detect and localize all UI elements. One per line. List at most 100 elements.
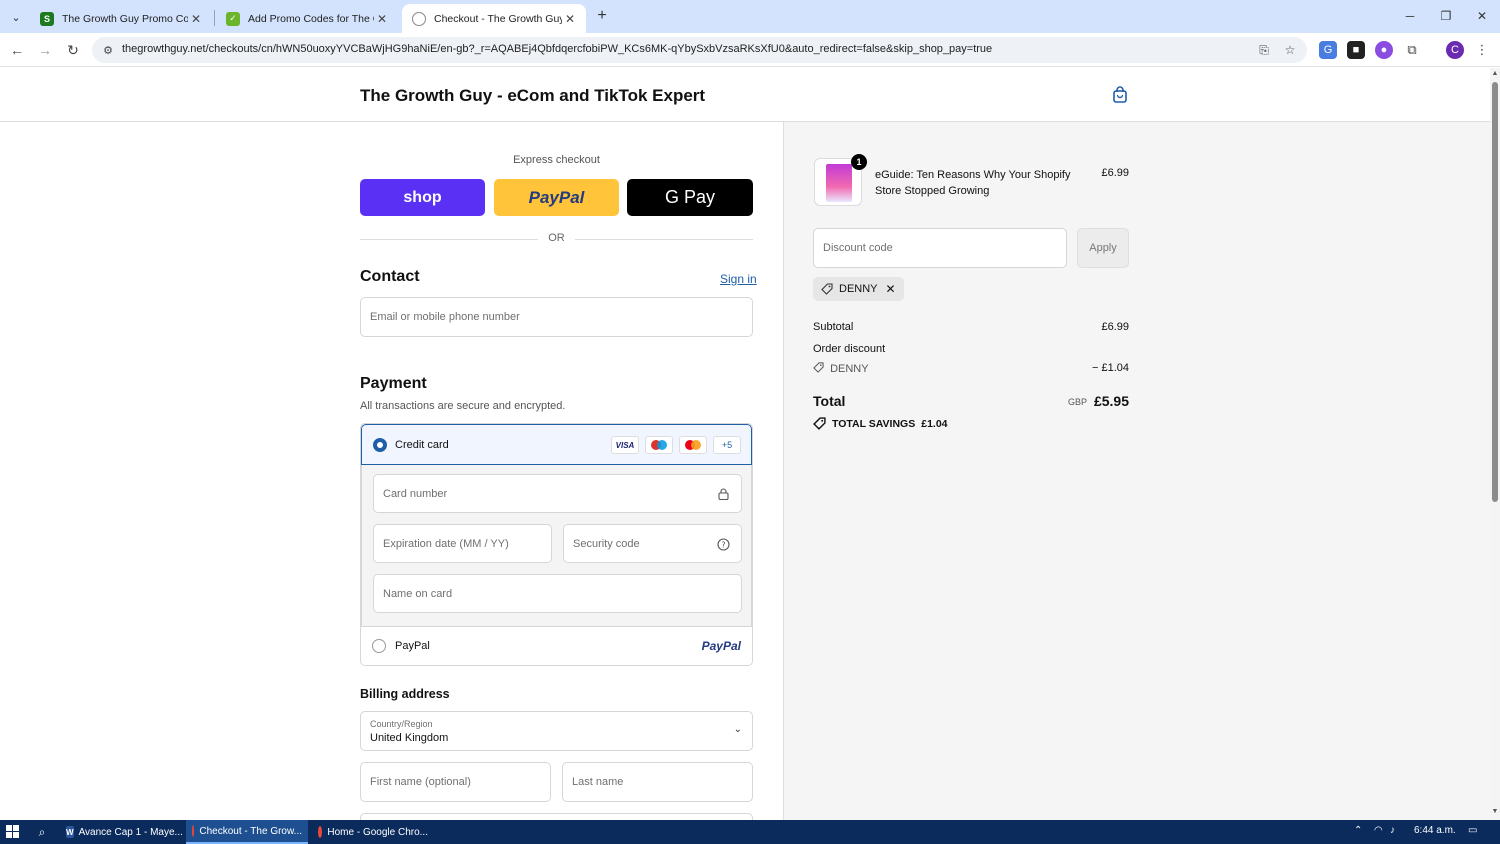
remove-discount-icon[interactable]: ✕ [886,282,896,296]
total-savings-row: TOTAL SAVINGS £1.04 [813,417,948,430]
reload-button[interactable]: ↻ [63,40,83,60]
first-name-placeholder: First name (optional) [370,776,471,788]
clock-time[interactable]: 6:44 a.m. [1414,825,1456,836]
taskbar-search-icon[interactable]: ⌕ [34,824,50,840]
notifications-icon[interactable]: ▭ [1468,825,1477,836]
shopping-bag-icon[interactable] [1111,86,1129,104]
taskbar-app-chrome-home[interactable]: Home - Google Chro... [312,820,434,844]
savings-tag-icon [813,417,826,430]
paypal-radio[interactable] [372,639,386,653]
contact-heading: Contact [360,268,420,285]
discount-placeholder: Discount code [823,242,893,254]
minimize-button[interactable]: ─ [1398,6,1422,26]
total-label: Total [813,393,846,409]
tab-close-icon[interactable]: ✕ [188,12,204,26]
divider-line [360,239,538,240]
browser-tab[interactable]: ✓ Add Promo Codes for The Grow ✕ [216,4,398,33]
extensions-puzzle-icon[interactable]: ⧉ [1403,41,1421,59]
payment-subtitle: All transactions are secure and encrypte… [360,400,566,412]
tag-icon [821,283,833,295]
maestro-icon [645,436,673,454]
checkout-page: The Growth Guy - eCom and TikTok Expert … [0,68,1490,820]
scroll-down-icon[interactable]: ▼ [1491,808,1499,815]
restore-button[interactable]: ❐ [1434,6,1458,26]
lock-icon [715,486,731,502]
wifi-icon[interactable]: ◠ [1374,825,1383,836]
product-image [826,164,852,202]
name-on-card-placeholder: Name on card [383,588,453,600]
security-code-field[interactable]: Security code ? [563,524,742,563]
address-field[interactable] [360,813,753,820]
first-name-field[interactable]: First name (optional) [360,762,551,802]
store-title[interactable]: The Growth Guy - eCom and TikTok Expert [360,86,705,106]
profile-avatar[interactable]: C [1446,41,1464,59]
apply-discount-button[interactable]: Apply [1077,228,1129,268]
order-discount-label: Order discount [813,343,886,355]
extension-game-icon[interactable]: ■ [1347,41,1365,59]
paypal-option[interactable]: PayPal PayPal [361,626,752,665]
tab-search-icon[interactable]: ⌄ [6,7,26,27]
discount-code-row: DENNY − £1.04 [813,362,1129,375]
translate-icon[interactable]: ⎘ [1256,42,1272,58]
taskbar-app-word[interactable]: W Avance Cap 1 - Maye... [60,820,183,844]
card-number-placeholder: Card number [383,488,448,500]
tab-separator [214,10,215,26]
payment-heading: Payment [360,375,427,392]
forward-button[interactable]: → [35,40,55,60]
sign-in-link[interactable]: Sign in [720,272,757,286]
help-circle-icon[interactable]: ? [715,536,731,552]
extension-circle-icon[interactable]: ● [1375,41,1393,59]
savings-label: TOTAL SAVINGS [832,417,916,430]
site-settings-icon[interactable]: ⚙ [100,42,116,58]
tab-close-icon[interactable]: ✕ [374,12,390,26]
tab-close-icon[interactable]: ✕ [562,12,578,26]
card-number-field[interactable]: Card number [373,474,742,513]
savings-value: £1.04 [921,417,948,430]
subtotal-label: Subtotal [813,321,854,333]
last-name-field[interactable]: Last name [562,762,753,802]
new-tab-button[interactable]: + [592,6,612,26]
total-value: £5.95 [1093,393,1129,409]
taskbar-app-chrome-checkout[interactable]: Checkout - The Grow... [186,820,308,844]
paypal-logo-text: PayPal [528,187,585,207]
back-button[interactable]: ← [7,40,27,60]
divider-line [575,239,753,240]
credit-card-label: Credit card [395,439,449,451]
taskbar-app-label: Home - Google Chro... [327,826,428,838]
more-cards-badge[interactable]: +5 [713,436,741,454]
name-on-card-field[interactable]: Name on card [373,574,742,613]
paypal-express-button[interactable]: PayPal [494,179,619,216]
tab-title: Add Promo Codes for The Grow [248,12,374,25]
shop-pay-button[interactable]: shop [360,179,485,216]
applied-discount-chip: DENNY ✕ [813,277,904,301]
taskbar-app-label: Checkout - The Grow... [199,825,302,837]
browser-tab-active[interactable]: Checkout - The Growth Guy - e ✕ [402,4,586,33]
chrome-icon [192,825,195,837]
browser-menu-icon[interactable]: ⋮ [1473,41,1491,59]
credit-card-option[interactable]: Credit card VISA +5 [361,424,752,465]
country-select[interactable]: Country/Region United Kingdom ⌄ [360,711,753,751]
close-window-button[interactable]: ✕ [1470,6,1494,26]
credit-card-radio[interactable] [373,438,387,452]
browser-tab[interactable]: S The Growth Guy Promo Code - ✕ [30,4,212,33]
billing-address-heading: Billing address [360,687,450,701]
scroll-up-icon[interactable]: ▲ [1491,70,1499,77]
expiration-date-field[interactable]: Expiration date (MM / YY) [373,524,552,563]
volume-icon[interactable]: ♪ [1390,825,1395,836]
address-bar[interactable]: ⚙ thegrowthguy.net/checkouts/cn/hWN50uox… [92,37,1307,63]
order-summary-panel [783,122,1490,820]
bookmark-star-icon[interactable]: ☆ [1282,42,1298,58]
windows-start-icon[interactable] [6,825,20,839]
discount-value: − £1.04 [1091,362,1129,374]
extension-translate-icon[interactable]: G [1319,41,1337,59]
tag-icon [813,362,824,373]
card-details-form: Card number Expiration date (MM / YY) Se… [361,465,752,626]
country-value: United Kingdom [370,732,449,744]
windows-taskbar: ⌕ W Avance Cap 1 - Maye... Checkout - Th… [0,820,1500,844]
email-field[interactable]: Email or mobile phone number [360,297,753,337]
scrollbar-thumb[interactable] [1492,82,1498,502]
page-scrollbar[interactable]: ▲ ▼ [1490,68,1500,820]
tray-chevron-icon[interactable]: ⌃ [1354,825,1362,836]
discount-code-field[interactable]: Discount code [813,228,1067,268]
google-pay-button[interactable]: G Pay [627,179,753,216]
